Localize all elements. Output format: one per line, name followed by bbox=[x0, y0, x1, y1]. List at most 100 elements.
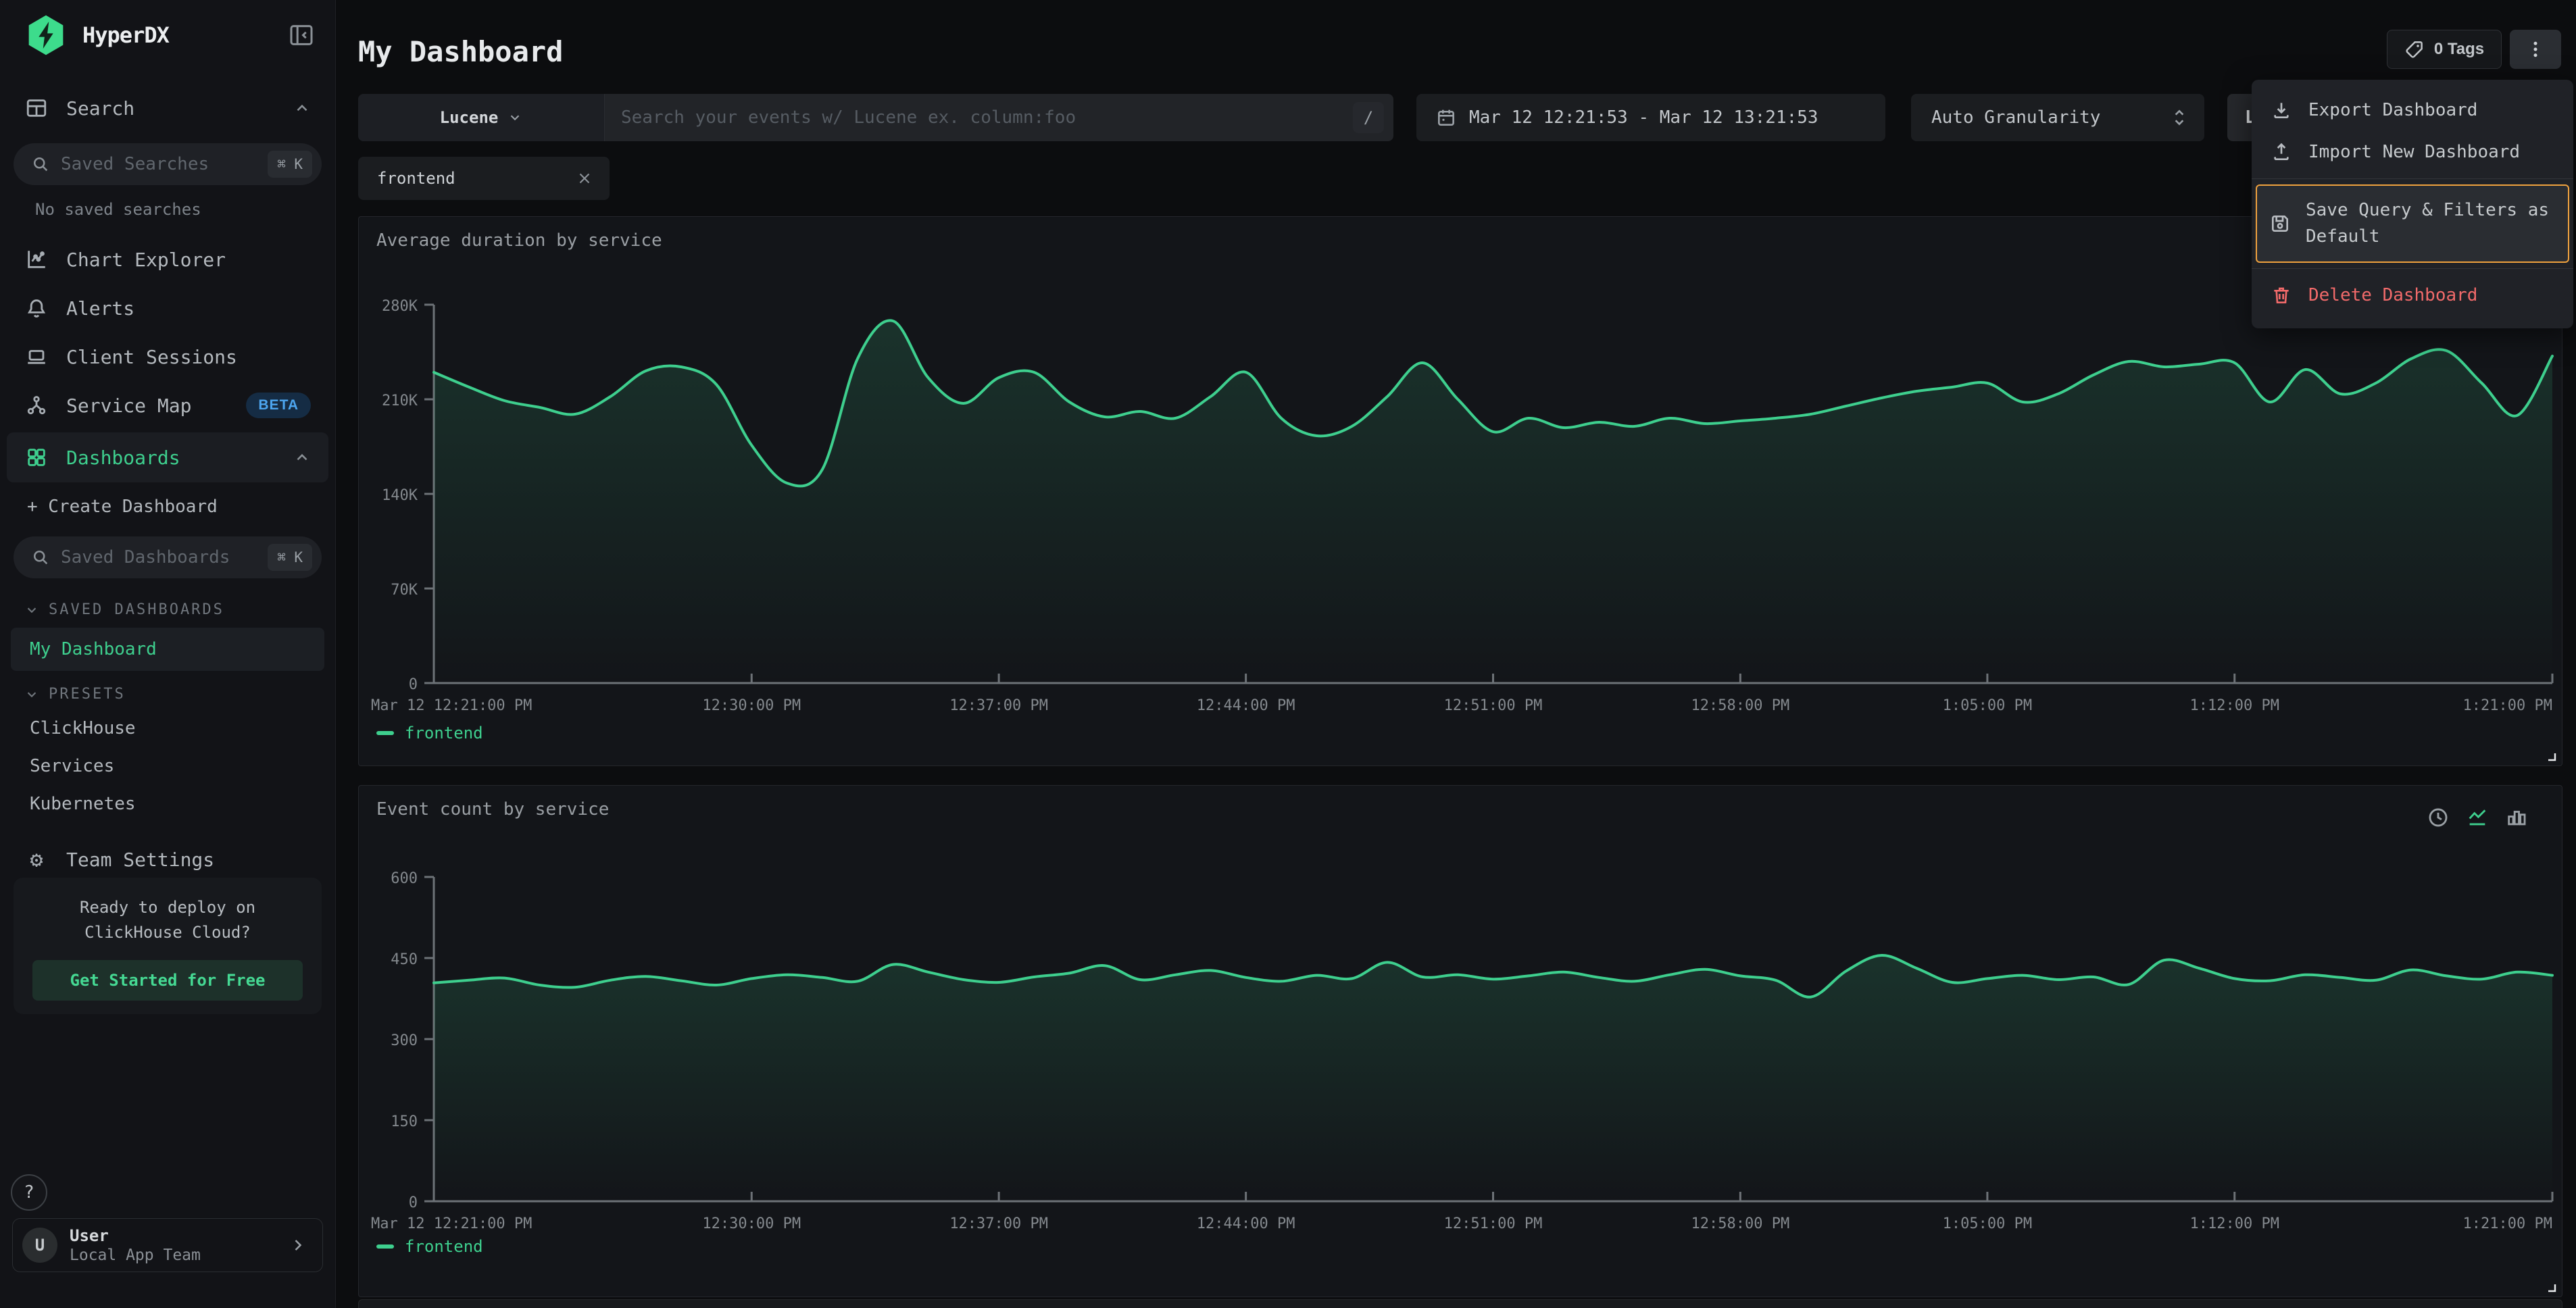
saved-dashboards-input[interactable]: ⌘ K bbox=[14, 536, 322, 578]
filter-chip-label: frontend bbox=[377, 169, 455, 188]
dashboard-options-button[interactable] bbox=[2510, 30, 2561, 69]
sidebar-item-chart-explorer[interactable]: Chart Explorer bbox=[0, 235, 335, 284]
help-button[interactable]: ? bbox=[11, 1174, 47, 1211]
chevron-right-icon bbox=[289, 1236, 307, 1255]
laptop-icon bbox=[24, 345, 49, 368]
svg-text:300: 300 bbox=[391, 1032, 418, 1049]
clickhouse-promo-card: Ready to deploy on ClickHouse Cloud? Get… bbox=[14, 878, 322, 1014]
service-map-icon bbox=[24, 394, 49, 417]
svg-text:12:44:00 PM: 12:44:00 PM bbox=[1197, 1215, 1295, 1232]
svg-text:Mar 12 12:21:00 PM: Mar 12 12:21:00 PM bbox=[371, 697, 532, 714]
menu-item-export-dashboard[interactable]: Export Dashboard bbox=[2252, 89, 2573, 131]
avatar: U bbox=[22, 1228, 57, 1263]
filter-chip-frontend[interactable]: frontend bbox=[358, 157, 610, 200]
svg-text:1:12:00 PM: 1:12:00 PM bbox=[2190, 697, 2279, 714]
panel-resize-handle[interactable] bbox=[2547, 1283, 2556, 1292]
saved-dashboards-field[interactable] bbox=[61, 547, 257, 568]
menu-item-save-query-default[interactable]: Save Query & Filters as Default bbox=[2256, 184, 2569, 263]
user-name: User bbox=[70, 1226, 201, 1246]
download-icon bbox=[2269, 99, 2294, 121]
svg-text:1:05:00 PM: 1:05:00 PM bbox=[1943, 697, 2032, 714]
chart-panel-event-count: Event count by service 0150300450600Mar … bbox=[358, 785, 2562, 1297]
shortcut-badge: ⌘ K bbox=[268, 544, 312, 571]
user-menu[interactable]: U User Local App Team bbox=[12, 1218, 323, 1272]
svg-text:1:12:00 PM: 1:12:00 PM bbox=[2190, 1215, 2279, 1232]
chart-legend[interactable]: frontend bbox=[376, 1237, 483, 1256]
section-presets[interactable]: PRESETS bbox=[24, 686, 335, 703]
chevron-down-icon bbox=[24, 603, 39, 618]
sidebar-collapse-icon[interactable] bbox=[288, 22, 315, 49]
tags-button[interactable]: 0 Tags bbox=[2387, 30, 2502, 69]
chart-panel-average-duration: Average duration by service 070K140K210K… bbox=[358, 216, 2562, 766]
svg-text:450: 450 bbox=[391, 951, 418, 968]
svg-text:600: 600 bbox=[391, 870, 418, 887]
sidebar-item-search[interactable]: Search bbox=[0, 84, 335, 132]
shortcut-badge: ⌘ K bbox=[268, 151, 312, 178]
get-started-button[interactable]: Get Started for Free bbox=[32, 960, 303, 1001]
svg-text:1:21:00 PM: 1:21:00 PM bbox=[2463, 697, 2552, 714]
sidebar-item-label: Dashboards bbox=[66, 447, 180, 469]
svg-text:12:37:00 PM: 12:37:00 PM bbox=[949, 1215, 1048, 1232]
bell-icon bbox=[24, 297, 49, 320]
dashboards-grid-icon bbox=[24, 446, 49, 469]
sidebar-item-service-map[interactable]: Service Map BETA bbox=[0, 381, 335, 430]
next-panel-edge bbox=[358, 1299, 2562, 1308]
svg-text:12:51:00 PM: 12:51:00 PM bbox=[1444, 697, 1543, 714]
average-duration-chart[interactable]: 070K140K210K280KMar 12 12:21:00 PM12:30:… bbox=[370, 278, 2559, 737]
svg-text:150: 150 bbox=[391, 1113, 418, 1130]
sidebar-item-label: Client Sessions bbox=[66, 346, 237, 368]
sidebar-item-my-dashboard[interactable]: My Dashboard bbox=[11, 628, 324, 671]
event-search-input[interactable] bbox=[605, 107, 1353, 128]
sidebar-item-preset-kubernetes[interactable]: Kubernetes bbox=[0, 785, 335, 823]
date-range-picker[interactable]: Mar 12 12:21:53 - Mar 12 13:21:53 bbox=[1416, 94, 1885, 141]
close-icon[interactable] bbox=[576, 170, 593, 187]
panel-resize-handle[interactable] bbox=[2547, 752, 2556, 761]
user-team: Local App Team bbox=[70, 1246, 201, 1265]
section-saved-dashboards[interactable]: SAVED DASHBOARDS bbox=[24, 601, 335, 618]
chart-explorer-icon bbox=[24, 248, 49, 271]
legend-line-swatch bbox=[376, 731, 394, 735]
event-count-chart[interactable]: 0150300450600Mar 12 12:21:00 PM12:30:00 … bbox=[370, 847, 2559, 1238]
svg-text:0: 0 bbox=[409, 676, 418, 693]
menu-divider bbox=[2252, 268, 2573, 269]
tag-icon bbox=[2404, 39, 2425, 59]
sidebar-item-dashboards[interactable]: Dashboards bbox=[7, 432, 328, 482]
menu-item-import-dashboard[interactable]: Import New Dashboard bbox=[2252, 131, 2573, 173]
svg-text:0: 0 bbox=[409, 1194, 418, 1211]
saved-searches-field[interactable] bbox=[61, 154, 257, 174]
chevron-down-icon bbox=[507, 110, 522, 125]
chevron-down-icon bbox=[24, 687, 39, 702]
svg-text:1:05:00 PM: 1:05:00 PM bbox=[1943, 1215, 2032, 1232]
sidebar: HyperDX Search ⌘ K No saved searches bbox=[0, 0, 336, 1308]
svg-text:12:37:00 PM: 12:37:00 PM bbox=[949, 697, 1048, 714]
sidebar-item-alerts[interactable]: Alerts bbox=[0, 284, 335, 332]
saved-searches-input[interactable]: ⌘ K bbox=[14, 143, 322, 185]
sidebar-item-label: Service Map bbox=[66, 395, 191, 417]
query-language-select[interactable]: Lucene bbox=[358, 94, 605, 141]
select-chevrons-icon bbox=[2171, 107, 2188, 128]
create-dashboard-button[interactable]: + Create Dashboard bbox=[0, 482, 335, 531]
sidebar-item-preset-clickhouse[interactable]: ClickHouse bbox=[0, 709, 335, 747]
time-range-icon[interactable] bbox=[2427, 806, 2450, 829]
svg-text:12:51:00 PM: 12:51:00 PM bbox=[1444, 1215, 1543, 1232]
sidebar-item-label: Chart Explorer bbox=[66, 249, 226, 271]
sidebar-item-preset-services[interactable]: Services bbox=[0, 747, 335, 785]
gear-icon: ⚙ bbox=[24, 847, 49, 872]
bar-chart-view-icon[interactable] bbox=[2505, 806, 2528, 829]
trash-icon bbox=[2269, 284, 2294, 306]
menu-item-delete-dashboard[interactable]: Delete Dashboard bbox=[2252, 274, 2573, 316]
line-chart-view-icon[interactable] bbox=[2466, 806, 2489, 829]
granularity-select[interactable]: Auto Granularity bbox=[1911, 94, 2204, 141]
sidebar-item-client-sessions[interactable]: Client Sessions bbox=[0, 332, 335, 381]
chart-legend[interactable]: frontend bbox=[376, 724, 483, 743]
svg-text:1:21:00 PM: 1:21:00 PM bbox=[2463, 1215, 2552, 1232]
kebab-menu-icon bbox=[2525, 39, 2546, 59]
sidebar-item-team-settings[interactable]: ⚙ Team Settings bbox=[0, 835, 335, 884]
chevron-up-icon bbox=[293, 99, 311, 117]
svg-text:280K: 280K bbox=[382, 298, 418, 315]
sidebar-item-label: Team Settings bbox=[66, 849, 214, 871]
beta-badge: BETA bbox=[246, 393, 311, 418]
search-icon bbox=[31, 155, 50, 174]
upload-icon bbox=[2269, 141, 2294, 163]
app-title: HyperDX bbox=[82, 22, 169, 48]
